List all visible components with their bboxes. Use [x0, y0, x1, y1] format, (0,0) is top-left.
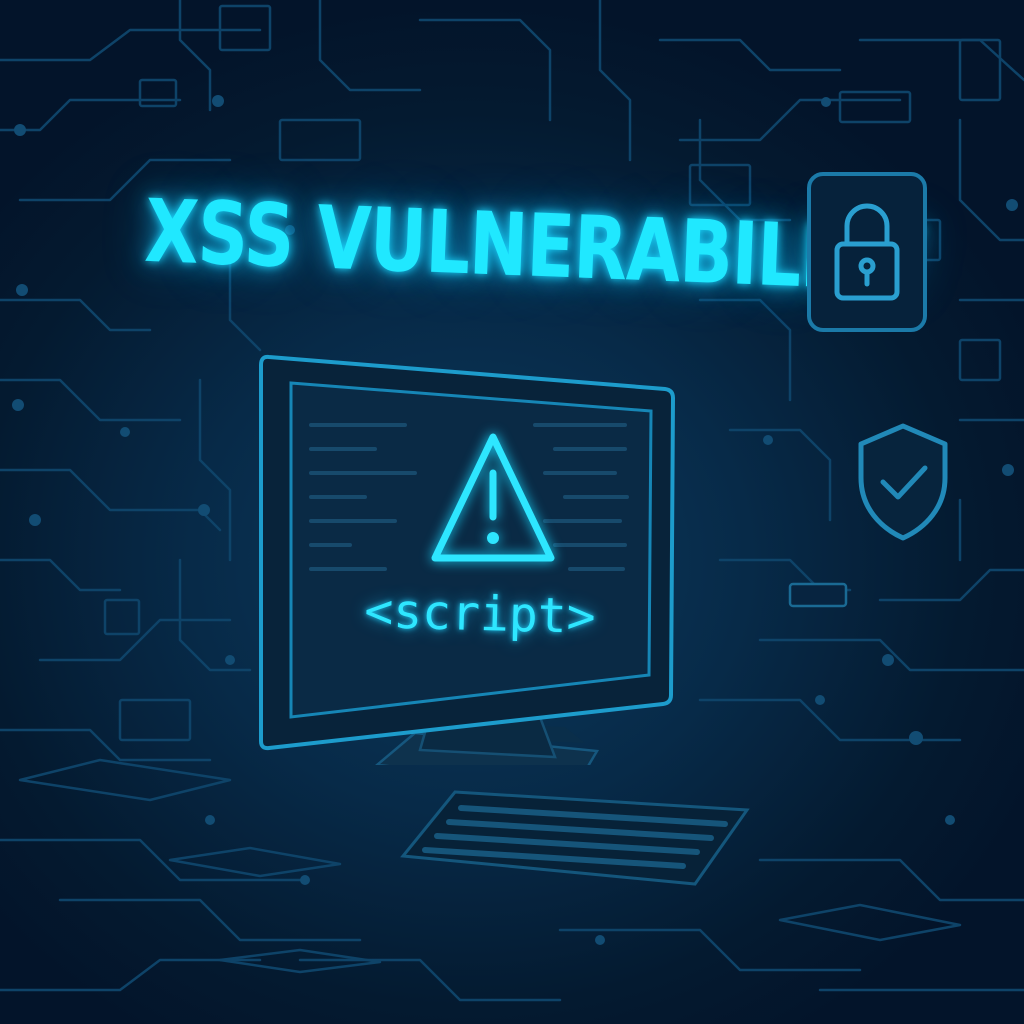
- xss-illustration: XSS VULNERABILITY <script>: [0, 0, 1024, 1024]
- script-tag-code: <script>: [363, 582, 597, 646]
- shield-badge: [853, 420, 953, 545]
- shield-check-icon: [858, 423, 948, 541]
- computer-monitor: <script>: [255, 345, 685, 765]
- lock-badge: [803, 168, 931, 336]
- keyboard: [395, 780, 765, 890]
